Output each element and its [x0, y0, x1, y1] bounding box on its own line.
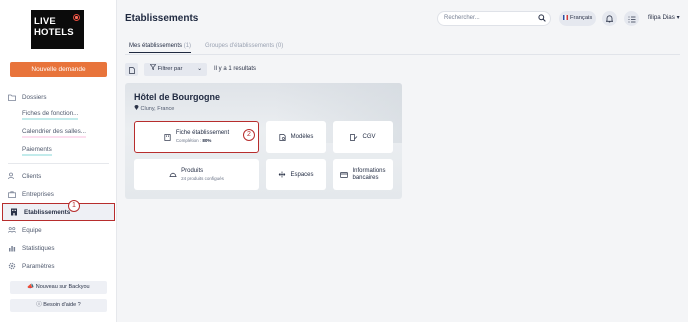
- sidebar-item-label: Dossiers: [22, 93, 47, 101]
- search-input[interactable]: Rechercher...: [437, 11, 551, 26]
- user-name: filipa Dias: [648, 14, 675, 21]
- spaces-icon: [278, 171, 286, 179]
- products-count: 24 produits configués: [181, 175, 224, 181]
- sidebar-item-parametres[interactable]: Paramètres: [0, 257, 117, 275]
- users-icon: [8, 172, 16, 180]
- folder-icon: [8, 93, 16, 101]
- building-icon: [164, 133, 172, 141]
- tile-informations-bancaires[interactable]: Informations bancaires: [333, 159, 393, 190]
- contract-icon: [350, 133, 358, 141]
- sidebar-item-label: Etablissements: [24, 208, 71, 216]
- sidebar-item-entreprises[interactable]: Entreprises: [0, 185, 117, 203]
- sidebar-nav: Dossiers Fiches de fonction... Calendrie…: [0, 88, 117, 275]
- completion-text: Complétion : 80%: [176, 137, 229, 144]
- tile-cgv[interactable]: CGV: [333, 121, 393, 153]
- results-count: Il y a 1 resultats: [214, 66, 257, 72]
- sidebar-item-label: Paramètres: [22, 262, 55, 270]
- tab-label: Groupes d'établissements: [205, 43, 275, 49]
- sidebar-item-equipe[interactable]: Equipe: [0, 221, 117, 239]
- app: LIVE HOTELS Nouvelle demande Dossiers Fi…: [0, 0, 688, 322]
- location-text: Cluny, France: [140, 106, 175, 112]
- gear-icon: [8, 262, 16, 270]
- tile-label: Modèles: [290, 134, 314, 140]
- french-flag-icon: [563, 14, 568, 20]
- sidebar-item-label: Paiements: [22, 146, 52, 156]
- sidebar: LIVE HOTELS Nouvelle demande Dossiers Fi…: [0, 0, 117, 322]
- search-placeholder: Rechercher...: [444, 15, 480, 21]
- sidebar-item-label: Clients: [22, 172, 42, 180]
- tabs-bar: Mes établissements (1) Groupes d'établis…: [125, 41, 680, 55]
- filter-label: Filtrer par: [157, 66, 183, 72]
- sidebar-item-label: Calendrier des salles...: [22, 128, 87, 138]
- completion-prefix: Complétion :: [175, 138, 202, 143]
- search-icon[interactable]: [538, 14, 546, 22]
- team-icon: [8, 226, 16, 234]
- hotel-card: Hôtel de Bourgogne Cluny, France Fiche é…: [125, 83, 402, 199]
- notifications-button[interactable]: [602, 11, 617, 26]
- credit-card-icon: [340, 171, 349, 179]
- bell-icon: [605, 10, 614, 28]
- checklist-icon: [628, 10, 636, 28]
- tab-groupes[interactable]: Groupes d'établissements (0): [205, 43, 283, 49]
- sidebar-item-label: Statistiques: [22, 244, 55, 252]
- main-content: Etablissements Rechercher... Français fi…: [117, 0, 688, 322]
- tile-label: CGV: [362, 134, 376, 140]
- document-icon: [128, 61, 135, 79]
- tile-produits[interactable]: Produits 24 produits configués: [134, 159, 259, 190]
- tile-modeles[interactable]: Modèles: [266, 121, 326, 153]
- annotation-badge-2: 2: [243, 129, 255, 141]
- hotel-name: Hôtel de Bourgogne: [134, 92, 220, 102]
- logo-spark-icon: [73, 14, 80, 21]
- tile-label-line1: Informations: [352, 167, 386, 174]
- whats-new-label: Nouveau sur Backyou: [35, 284, 90, 290]
- new-request-button[interactable]: Nouvelle demande: [10, 62, 107, 77]
- sidebar-divider: [8, 163, 109, 164]
- tab-label: Mes établissements: [129, 43, 183, 49]
- user-menu[interactable]: filipa Dias ▾: [648, 14, 680, 21]
- sidebar-item-clients[interactable]: Clients: [0, 167, 117, 185]
- tab-count: (0): [275, 43, 284, 49]
- tab-mes-etablissements[interactable]: Mes établissements (1): [129, 43, 192, 53]
- live-hotels-logo[interactable]: LIVE HOTELS: [31, 10, 84, 49]
- chevron-down-icon: ▾: [676, 14, 680, 21]
- sidebar-item-calendrier[interactable]: Calendrier des salles...: [0, 124, 117, 142]
- building-icon: [10, 208, 18, 216]
- filter-icon: [149, 64, 158, 72]
- language-selector[interactable]: Français: [559, 11, 596, 26]
- sidebar-item-etablissements[interactable]: Etablissements: [2, 203, 115, 221]
- tile-label: Fiche établissement: [175, 130, 230, 136]
- briefcase-icon: [8, 190, 16, 198]
- help-button[interactable]: ⓘ Besoin d'aide ?: [10, 299, 107, 312]
- megaphone-icon: 📣: [27, 284, 36, 290]
- sidebar-item-label: Fiches de fonction...: [22, 110, 79, 120]
- sidebar-item-statistiques[interactable]: Statistiques: [0, 239, 117, 257]
- language-label: Français: [570, 15, 593, 21]
- chevron-down-icon: ⌄: [197, 66, 202, 72]
- template-icon: [279, 133, 287, 141]
- whats-new-button[interactable]: 📣 Nouveau sur Backyou: [10, 281, 107, 294]
- hotel-location: Cluny, France: [134, 104, 174, 112]
- tile-label: Espaces: [290, 171, 314, 178]
- completion-value: 80%: [202, 138, 212, 143]
- sidebar-item-label: Entreprises: [22, 190, 54, 198]
- products-icon: [169, 171, 177, 179]
- page-title: Etablissements: [125, 13, 199, 24]
- export-button[interactable]: [125, 63, 138, 76]
- chart-icon: [8, 244, 16, 252]
- logo-line2: HOTELS: [34, 27, 74, 38]
- tile-label-line2: bancaires: [352, 174, 379, 181]
- filter-dropdown[interactable]: Filtrer par ⌄: [144, 63, 207, 76]
- tile-label: Produits: [181, 167, 204, 174]
- tasks-button[interactable]: [624, 11, 639, 26]
- sidebar-item-dossiers[interactable]: Dossiers: [0, 88, 117, 106]
- sidebar-item-fiches-de-fonction[interactable]: Fiches de fonction...: [0, 106, 117, 124]
- annotation-badge-1: 1: [68, 200, 80, 212]
- tab-count: (1): [183, 43, 192, 49]
- sidebar-item-label: Equipe: [22, 226, 42, 234]
- tile-fiche-etablissement[interactable]: Fiche établissement Complétion : 80%: [134, 121, 259, 153]
- sidebar-item-paiements[interactable]: Paiements: [0, 142, 117, 160]
- help-label: Besoin d'aide ?: [43, 302, 81, 308]
- tile-espaces[interactable]: Espaces: [266, 159, 326, 190]
